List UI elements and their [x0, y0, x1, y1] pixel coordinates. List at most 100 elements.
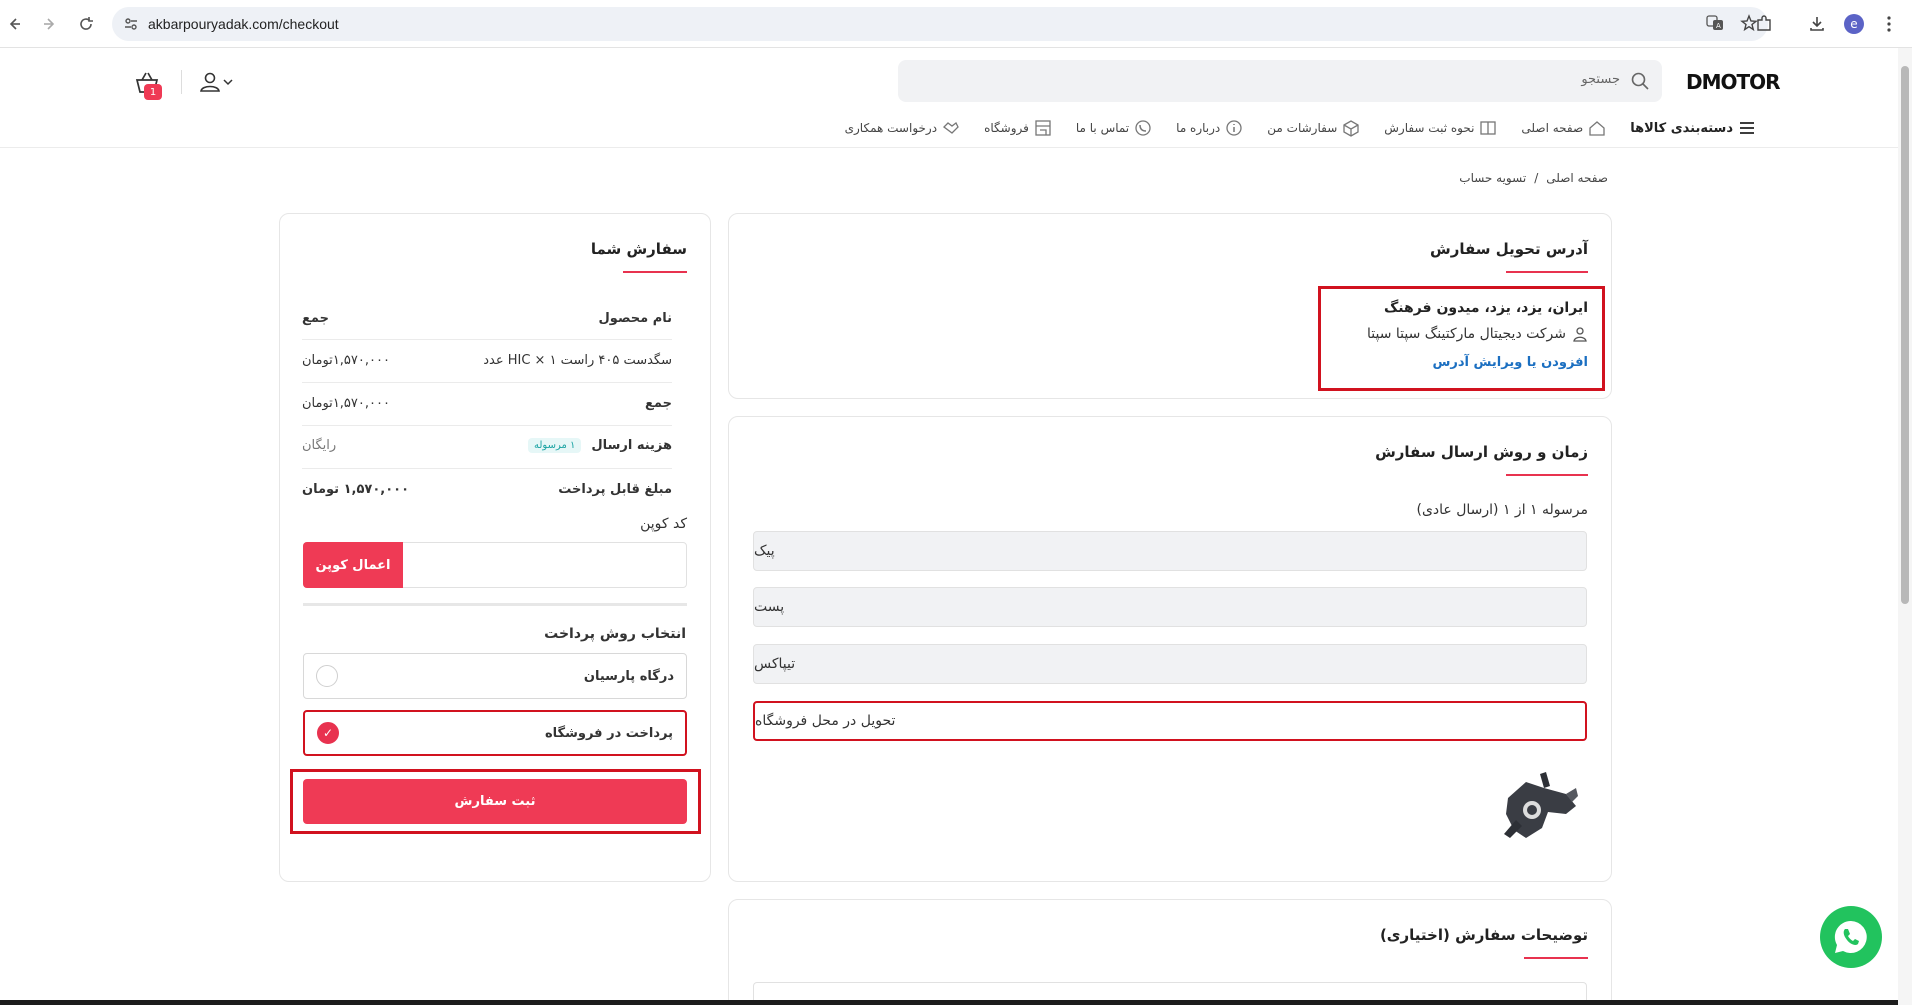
forward-icon[interactable]	[38, 12, 62, 36]
svg-text:A: A	[1716, 22, 1721, 30]
subtotal-value: ۱,۵۷۰,۰۰۰تومان	[302, 396, 390, 411]
site-logo[interactable]: DMOTOR	[1686, 68, 1781, 96]
whatsapp-icon	[1834, 920, 1867, 953]
profile-avatar[interactable]: e	[1844, 14, 1864, 34]
payable-label: مبلغ قابل پرداخت	[558, 482, 672, 497]
taskbar-strip	[0, 1000, 1898, 1005]
payable-value: ۱,۵۷۰,۰۰۰ تومان	[302, 482, 410, 497]
box-icon	[1343, 120, 1359, 137]
address-line: ایران، یزد، یزد، میدون فرهنگ	[1383, 300, 1588, 316]
menu-about-label: درباره ما	[1176, 121, 1221, 135]
payment-title: انتخاب روش پرداخت	[544, 626, 686, 642]
row-divider	[302, 382, 672, 383]
order-title: سفارش شما	[590, 240, 687, 258]
info-icon	[1226, 120, 1242, 136]
menu-about[interactable]: درباره ما	[1176, 119, 1243, 137]
logo-text: DMOTOR	[1686, 70, 1781, 94]
address-recipient: شرکت دیجیتال مارکتینگ سپتا سپتا	[1367, 326, 1588, 342]
payment-option-parsian[interactable]: درگاه پارسیان	[303, 653, 687, 699]
whatsapp-button[interactable]	[1820, 906, 1882, 968]
check-icon[interactable]: ✓	[317, 722, 339, 744]
hamburger-icon	[1740, 122, 1754, 134]
product-thumbnail	[1504, 772, 1578, 838]
scrollbar-thumb[interactable]	[1901, 66, 1909, 604]
site-settings-icon[interactable]	[122, 15, 140, 33]
payment-option-label: درگاه پارسیان	[583, 668, 674, 684]
url-text: akbarpouryadak.com/checkout	[148, 16, 339, 32]
address-bar[interactable]: akbarpouryadak.com/checkout A	[112, 7, 1768, 41]
shipping-title-underline	[1506, 474, 1588, 476]
chevron-down-icon	[223, 79, 233, 86]
translate-icon[interactable]: A	[1706, 14, 1724, 36]
shipping-option-store-pickup[interactable]: تحویل در محل فروشگاه	[753, 701, 1587, 741]
handshake-icon	[943, 122, 959, 134]
back-icon[interactable]	[2, 12, 26, 36]
browser-toolbar: akbarpouryadak.com/checkout A e	[0, 0, 1912, 48]
menu-how-to-order-label: نحوه ثبت سفارش	[1384, 121, 1475, 135]
breadcrumb-home[interactable]: صفحه اصلی	[1546, 171, 1608, 185]
menu-contact[interactable]: تماس با ما	[1076, 119, 1152, 137]
breadcrumb-current: تسویه حساب	[1459, 171, 1527, 185]
coupon-divider	[303, 603, 687, 606]
menu-cooperation-label: درخواست همکاری	[844, 121, 938, 135]
radio-button[interactable]	[316, 665, 338, 687]
browser-menu-icon[interactable]	[1877, 12, 1901, 36]
breadcrumb: صفحه اصلی / تسویه حساب	[1459, 171, 1608, 185]
search-icon[interactable]	[1630, 71, 1650, 91]
menu-categories-label: دسته‌بندی کالاها	[1630, 120, 1733, 136]
main-menu: دسته‌بندی کالاها صفحه اصلی نحوه ثبت سفار…	[845, 118, 1756, 138]
shipping-option-courier[interactable]: پیک	[753, 531, 1587, 571]
header-bottom-border	[0, 147, 1900, 148]
phone-icon	[1135, 120, 1151, 136]
column-product: نام محصول	[598, 311, 672, 326]
product-price: ۱,۵۷۰,۰۰۰تومان	[302, 353, 390, 368]
address-title-underline	[1506, 271, 1588, 273]
breadcrumb-separator: /	[1534, 171, 1539, 185]
menu-how-to-order[interactable]: نحوه ثبت سفارش	[1384, 119, 1497, 137]
shipping-title: زمان و روش ارسال سفارش	[1375, 443, 1588, 461]
menu-home-label: صفحه اصلی	[1521, 121, 1584, 135]
shipping-option-post[interactable]: پست	[753, 587, 1587, 627]
menu-cooperation[interactable]: درخواست همکاری	[845, 119, 960, 137]
payment-option-in-store[interactable]: پرداخت در فروشگاه ✓	[303, 710, 687, 756]
order-payable-row: مبلغ قابل پرداخت ۱,۵۷۰,۰۰۰ تومان	[302, 482, 672, 497]
subtotal-label: جمع	[645, 396, 672, 411]
order-table-header: نام محصول جمع	[302, 311, 672, 326]
search-input[interactable]: جستجو	[898, 60, 1662, 102]
user-menu[interactable]	[198, 68, 234, 96]
header-divider	[181, 70, 182, 94]
column-total: جمع	[302, 311, 329, 326]
edit-address-link[interactable]: افزودن یا ویرایش آدرس	[1432, 355, 1588, 370]
user-icon	[1573, 327, 1587, 342]
row-divider	[302, 339, 672, 340]
order-product-row: سگدست ۴۰۵ راست HIC × ۱ عدد ۱,۵۷۰,۰۰۰توما…	[302, 353, 672, 368]
shipping-cost-label: هزینه ارسال	[591, 438, 672, 453]
download-icon[interactable]	[1805, 12, 1829, 36]
shipment-label: مرسوله ۱ از ۱ (ارسال عادی)	[1416, 502, 1588, 518]
shipping-cost-label-group: هزینه ارسال ۱ مرسوله	[528, 438, 672, 453]
order-subtotal-row: جمع ۱,۵۷۰,۰۰۰تومان	[302, 396, 672, 411]
menu-store[interactable]: فروشگاه	[984, 119, 1052, 137]
menu-categories[interactable]: دسته‌بندی کالاها	[1630, 119, 1756, 137]
reload-icon[interactable]	[74, 12, 98, 36]
address-title: آدرس تحویل سفارش	[1430, 240, 1588, 258]
search-placeholder: جستجو	[1581, 72, 1620, 87]
store-icon	[1035, 120, 1051, 136]
payment-option-label: پرداخت در فروشگاه	[544, 725, 673, 741]
submit-order-button[interactable]: ثبت سفارش	[303, 779, 687, 824]
menu-home[interactable]: صفحه اصلی	[1521, 119, 1606, 137]
menu-contact-label: تماس با ما	[1075, 121, 1130, 135]
order-notes-input[interactable]	[753, 982, 1587, 1002]
row-divider	[302, 425, 672, 426]
apply-coupon-button[interactable]: اعمال کوپن	[303, 542, 403, 588]
extensions-icon[interactable]	[1752, 12, 1776, 36]
row-divider	[302, 468, 672, 469]
page-scrollbar[interactable]	[1898, 48, 1912, 1005]
shipping-option-tipax[interactable]: تیپاکس	[753, 644, 1587, 684]
shipping-cost-value: رایگان	[302, 438, 337, 453]
user-icon	[200, 72, 220, 92]
menu-my-orders[interactable]: سفارشات من	[1267, 119, 1360, 137]
order-title-underline	[623, 271, 687, 273]
home-icon	[1589, 121, 1605, 136]
notes-title: توضیحات سفارش (اختیاری)	[1379, 926, 1588, 944]
